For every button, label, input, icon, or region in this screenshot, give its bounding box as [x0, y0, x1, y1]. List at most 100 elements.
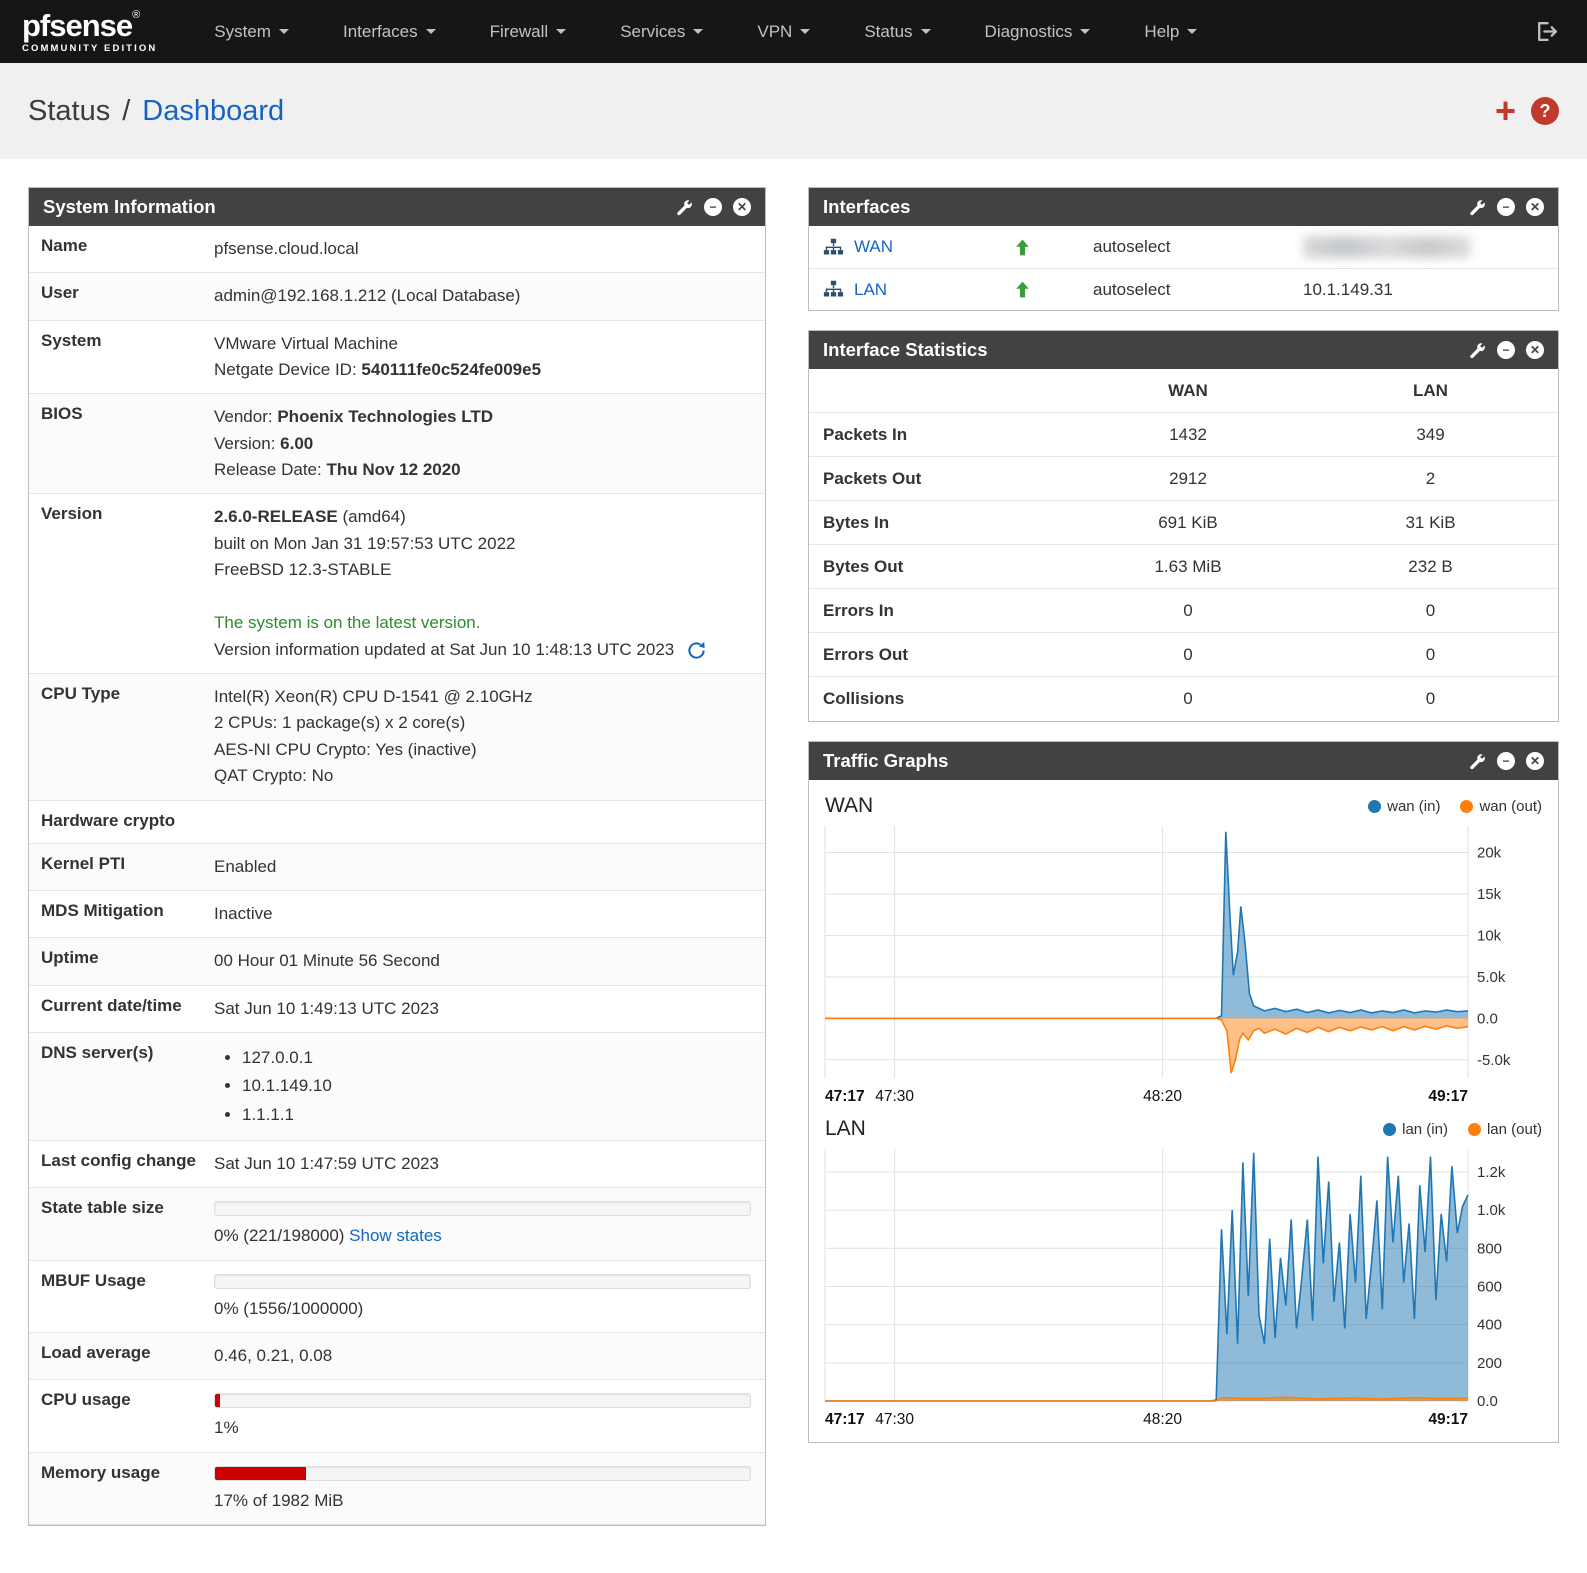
bios-value: Vendor: Phoenix Technologies LTD Version… — [214, 394, 765, 493]
cell-value: 691 KiB — [1073, 513, 1303, 533]
cell-value: 232 B — [1303, 557, 1558, 577]
table-row: Memory usage 17% of 1982 MiB — [29, 1453, 765, 1525]
wrench-icon[interactable] — [1469, 753, 1486, 770]
svg-text:47:17: 47:17 — [825, 1411, 865, 1428]
svg-text:49:17: 49:17 — [1428, 1411, 1468, 1428]
svg-text:-5.0k: -5.0k — [1477, 1052, 1511, 1069]
svg-text:1.0k: 1.0k — [1477, 1202, 1506, 1219]
row-label: Last config change — [29, 1141, 214, 1187]
wrench-icon[interactable] — [1469, 342, 1486, 359]
lan-link[interactable]: LAN — [854, 280, 887, 300]
load-average-value: 0.46, 0.21, 0.08 — [214, 1333, 765, 1379]
close-icon[interactable]: ✕ — [1526, 198, 1544, 216]
row-label: Packets Out — [823, 469, 1073, 489]
chevron-down-icon — [921, 29, 931, 34]
user-value: admin@192.168.1.212 (Local Database) — [214, 273, 765, 319]
row-label: CPU usage — [29, 1380, 214, 1451]
svg-text:47:30: 47:30 — [875, 1088, 914, 1105]
nav-item-interfaces[interactable]: Interfaces — [316, 0, 463, 63]
wan-ip-redacted — [1303, 236, 1471, 258]
minimize-icon[interactable]: − — [1497, 341, 1515, 359]
chevron-down-icon — [1187, 29, 1197, 34]
row-label: Errors In — [823, 601, 1073, 621]
nav-item-help[interactable]: Help — [1117, 0, 1224, 63]
svg-text:15k: 15k — [1477, 886, 1502, 903]
row-label: MDS Mitigation — [29, 891, 214, 937]
nav-item-firewall[interactable]: Firewall — [463, 0, 594, 63]
system-value: VMware Virtual Machine Netgate Device ID… — [214, 321, 765, 394]
minimize-icon[interactable]: − — [1497, 198, 1515, 216]
cpu-usage-value: 1% — [214, 1380, 765, 1451]
cpu-type-value: Intel(R) Xeon(R) CPU D-1541 @ 2.10GHz 2 … — [214, 674, 765, 799]
table-row: Errors In 0 0 — [809, 589, 1558, 633]
row-label: Bytes Out — [823, 557, 1073, 577]
nav-item-diagnostics[interactable]: Diagnostics — [958, 0, 1118, 63]
table-header-row: WAN LAN — [809, 369, 1558, 413]
device-id: 540111fe0c524fe009e5 — [361, 360, 541, 379]
table-row: Bytes In 691 KiB 31 KiB — [809, 501, 1558, 545]
chevron-down-icon — [800, 29, 810, 34]
chart-title: LAN — [825, 1117, 866, 1141]
cell-value: 0 — [1073, 645, 1303, 665]
sign-out-icon[interactable] — [1528, 19, 1565, 44]
system-platform: VMware Virtual Machine — [214, 331, 751, 357]
wrench-icon[interactable] — [676, 199, 693, 216]
row-label: CPU Type — [29, 674, 214, 799]
show-states-link[interactable]: Show states — [349, 1226, 442, 1245]
chart-legend: lan (in)lan (out) — [1383, 1121, 1542, 1138]
nav-item-services[interactable]: Services — [593, 0, 730, 63]
nav-item-status[interactable]: Status — [837, 0, 957, 63]
version-release: 2.6.0-RELEASE — [214, 507, 338, 526]
svg-text:800: 800 — [1477, 1240, 1502, 1257]
panel-title: Interfaces — [823, 196, 910, 218]
cell-value: 1432 — [1073, 425, 1303, 445]
bios-release-date: Thu Nov 12 2020 — [326, 460, 460, 479]
system-information-table: Name pfsense.cloud.local User admin@192.… — [29, 226, 765, 1525]
add-widget-icon[interactable]: + — [1495, 93, 1516, 129]
close-icon[interactable]: ✕ — [1526, 752, 1544, 770]
row-label: State table size — [29, 1188, 214, 1259]
table-row: Last config change Sat Jun 10 1:47:59 UT… — [29, 1141, 765, 1188]
breadcrumb: Status / Dashboard — [28, 95, 284, 128]
version-arch: (amd64) — [343, 507, 406, 526]
legend-dot-icon — [1383, 1123, 1396, 1136]
nav-label: Diagnostics — [985, 22, 1073, 42]
wrench-icon[interactable] — [1469, 199, 1486, 216]
wan-traffic-plot: 20k15k10k5.0k0.0-5.0k47:1747:3048:2049:1… — [823, 820, 1530, 1108]
memory-usage-value: 17% of 1982 MiB — [214, 1453, 765, 1524]
breadcrumb-page-link[interactable]: Dashboard — [142, 95, 284, 128]
close-icon[interactable]: ✕ — [1526, 341, 1544, 359]
row-label: Load average — [29, 1333, 214, 1379]
pfsense-logo[interactable]: pfsense® COMMUNITY EDITION — [22, 10, 157, 54]
column-header-lan: LAN — [1303, 381, 1558, 401]
nav-item-vpn[interactable]: VPN — [730, 0, 837, 63]
close-icon[interactable]: ✕ — [733, 198, 751, 216]
help-icon[interactable]: ? — [1531, 97, 1559, 125]
svg-text:48:20: 48:20 — [1143, 1088, 1182, 1105]
version-status: The system is on the latest version. — [214, 610, 751, 636]
cell-value: 31 KiB — [1303, 513, 1558, 533]
nav-item-system[interactable]: System — [187, 0, 316, 63]
minimize-icon[interactable]: − — [1497, 752, 1515, 770]
table-row: Bytes Out 1.63 MiB 232 B — [809, 545, 1558, 589]
cell-value: 0 — [1303, 601, 1558, 621]
mbuf-progressbar — [214, 1274, 751, 1289]
table-row: Load average 0.46, 0.21, 0.08 — [29, 1333, 765, 1380]
nav-label: Interfaces — [343, 22, 418, 42]
row-label: User — [29, 273, 214, 319]
lan-traffic-plot: 1.2k1.0k8006004002000.047:1747:3048:2049… — [823, 1143, 1530, 1431]
refresh-icon[interactable] — [687, 641, 706, 660]
lan-media: autoselect — [1093, 280, 1303, 300]
table-row: Packets Out 2912 2 — [809, 457, 1558, 501]
svg-text:600: 600 — [1477, 1278, 1502, 1295]
wan-link[interactable]: WAN — [854, 237, 893, 257]
table-row: MDS Mitigation Inactive — [29, 891, 765, 938]
cpu-qat: QAT Crypto: No — [214, 763, 751, 789]
breadcrumb-section: Status — [28, 95, 110, 128]
minimize-icon[interactable]: − — [704, 198, 722, 216]
cpu-model: Intel(R) Xeon(R) CPU D-1541 @ 2.10GHz — [214, 684, 751, 710]
row-label: BIOS — [29, 394, 214, 493]
lan-ip: 10.1.149.31 — [1303, 280, 1544, 300]
legend-dot-icon — [1368, 800, 1381, 813]
svg-text:400: 400 — [1477, 1317, 1502, 1334]
